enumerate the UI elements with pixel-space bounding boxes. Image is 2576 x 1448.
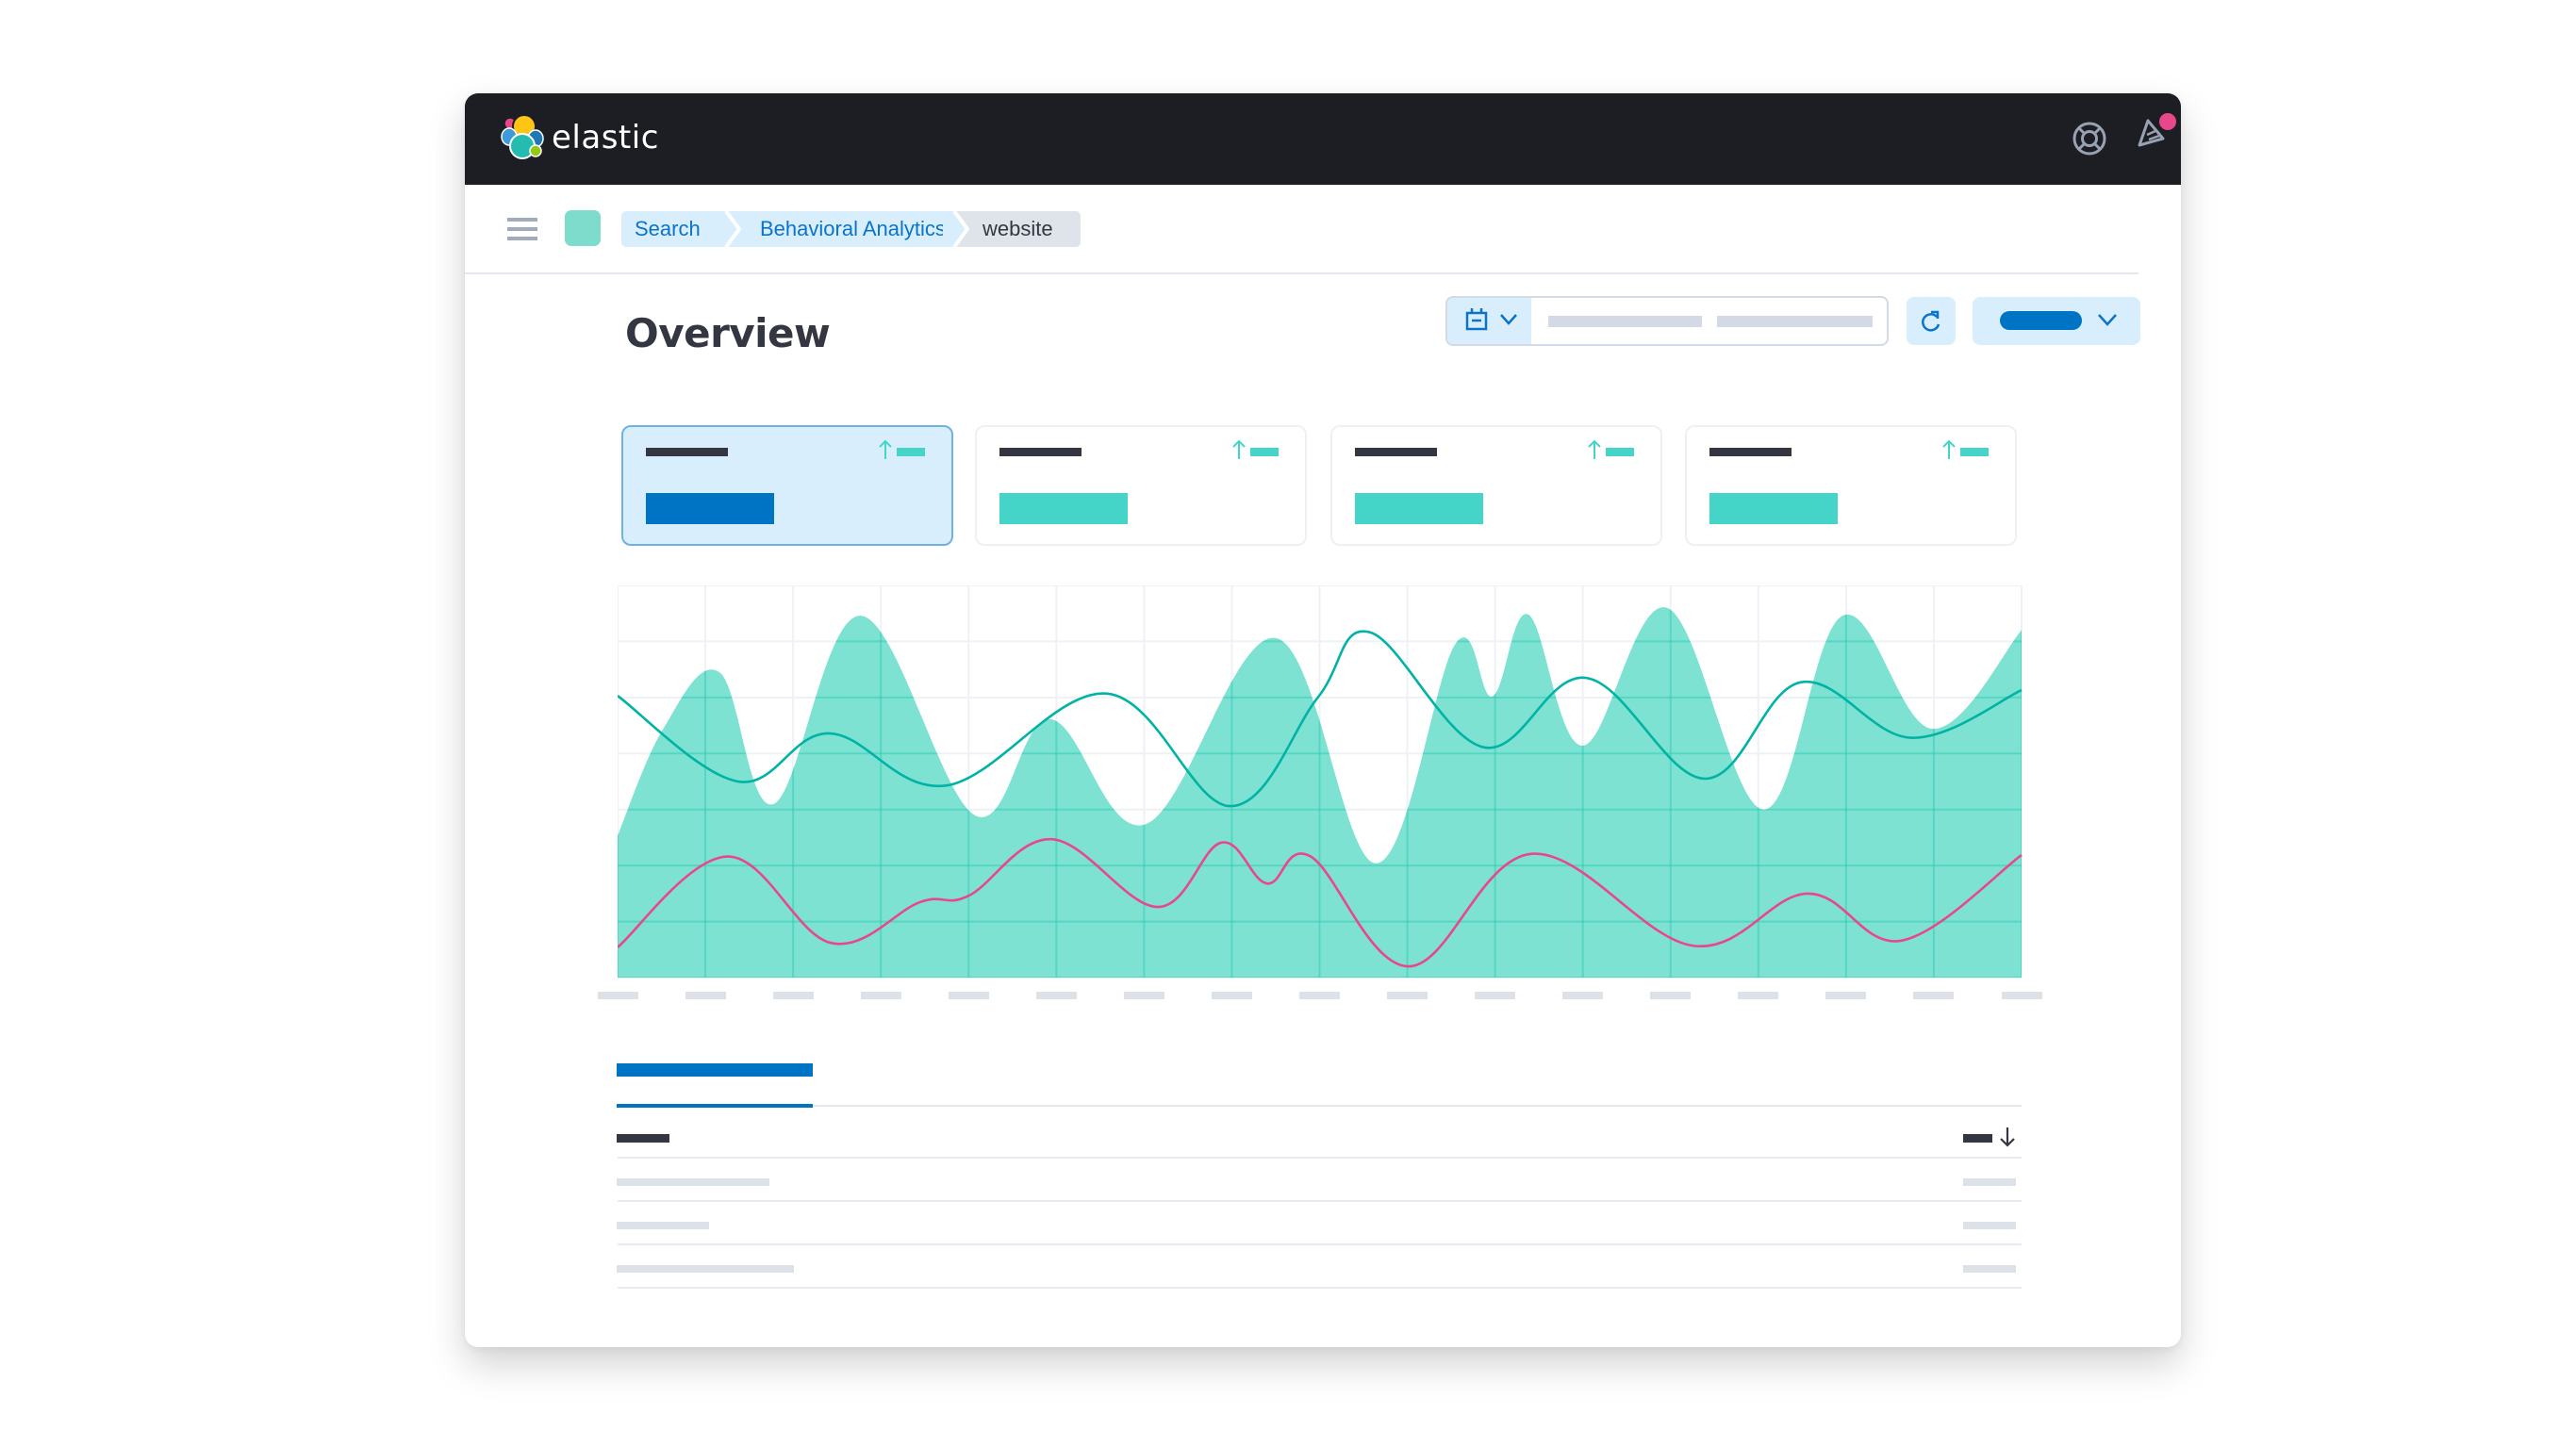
kpi-label [1709,448,1792,456]
chevron-down-icon [1500,314,1517,325]
hamburger-menu-icon[interactable] [507,218,537,240]
tab-baseline [617,1105,2022,1107]
space-avatar[interactable] [565,210,601,246]
start-date-field[interactable] [1548,316,1702,327]
brand-name[interactable]: elastic [552,114,659,161]
kpi-label [1355,448,1437,456]
x-tick-label [1475,992,1516,999]
row-divider [618,1157,2022,1159]
chevron-down-icon [2098,314,2117,326]
arrow-up-icon [879,439,892,459]
arrow-down-icon[interactable] [1998,1126,2017,1148]
breadcrumb-behavioral-analytics[interactable]: Behavioral Analytics [728,211,954,247]
kpi-card[interactable] [975,425,1307,546]
kpi-value [646,493,774,524]
notification-badge [2159,113,2176,130]
breadcrumb-label: website [983,217,1053,240]
arrow-up-icon [1588,439,1601,459]
x-tick-label [1299,992,1340,999]
x-tick-label [2001,992,2042,999]
x-tick-label [1650,992,1692,999]
row-name [617,1222,709,1229]
breadcrumb-label: Behavioral Analytics [760,217,946,240]
x-tick-label [1387,992,1428,999]
header-divider [465,272,2138,274]
x-tick-label [1738,992,1779,999]
end-date-field[interactable] [1717,316,1873,327]
page-title: Overview [625,310,831,356]
news-feed-icon[interactable] [2135,111,2176,153]
kpi-value [1355,493,1483,524]
kpi-card[interactable] [1330,425,1662,546]
arrow-up-icon [1232,439,1246,459]
column-header-value[interactable] [1963,1134,1992,1143]
kpi-value [1709,493,1838,524]
update-button[interactable] [1973,297,2140,345]
elastic-logo-icon[interactable] [500,113,549,160]
row-name [617,1265,794,1273]
arrow-up-icon [1942,439,1956,459]
update-button-label [2000,311,2082,330]
x-tick-label [860,992,901,999]
breadcrumb-separator [715,211,741,247]
column-header-name[interactable] [617,1134,669,1143]
x-tick-label [1035,992,1077,999]
chart [597,584,2042,1014]
kpi-trend-value [897,448,925,456]
kpi-label [999,448,1082,456]
kpi-value [999,493,1128,524]
row-value [1963,1222,2016,1229]
breadcrumb-separator [943,211,969,247]
date-picker[interactable] [1445,296,1889,346]
quick-select-button[interactable] [1447,298,1531,344]
x-tick-label [948,992,989,999]
kpi-card[interactable] [1685,425,2017,546]
row-value [1963,1178,2016,1186]
breadcrumb-label: Search [635,217,701,240]
row-name [617,1178,769,1186]
x-tick-label [772,992,814,999]
tab-active[interactable] [617,1063,813,1077]
chart-svg [617,584,2023,979]
row-divider [618,1243,2022,1245]
kpi-label [646,448,728,456]
kpi-trend-value [1606,448,1634,456]
kpi-trend-value [1250,448,1279,456]
x-tick-label [1123,992,1164,999]
breadcrumb-website: website [956,211,1081,247]
x-tick-label [1913,992,1955,999]
row-value [1963,1265,2016,1273]
tab-active-underline [617,1104,813,1108]
x-tick-label [1211,992,1252,999]
refresh-button[interactable] [1907,297,1956,345]
breadcrumb-search[interactable]: Search [621,211,726,247]
app-window: elastic Search Behavioral Analytics webs… [465,93,2181,1347]
calendar-icon [1465,308,1488,331]
x-tick-label [685,992,726,999]
refresh-icon [1922,310,1940,332]
row-divider [618,1200,2022,1202]
x-tick-label [597,992,638,999]
kpi-card[interactable] [621,425,953,546]
row-divider [618,1287,2022,1289]
x-tick-label [1562,992,1604,999]
kpi-trend-value [1960,448,1989,456]
help-lifebuoy-icon[interactable] [2071,120,2108,157]
x-tick-label [1825,992,1867,999]
top-header: elastic [465,93,2181,185]
